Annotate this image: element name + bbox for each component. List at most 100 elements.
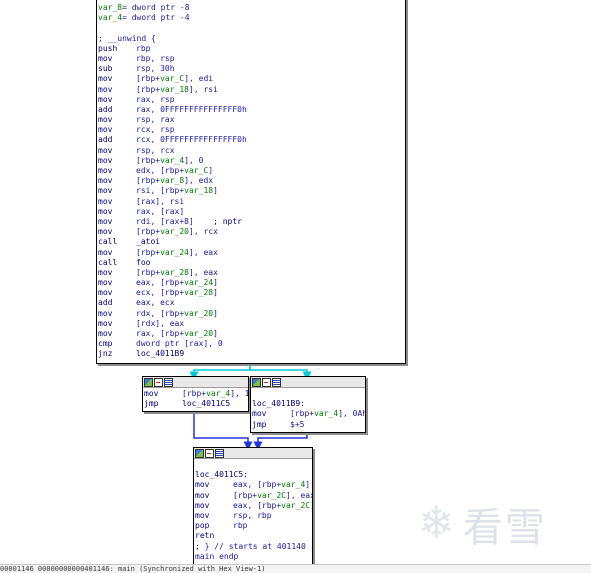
branch-block-left[interactable]: mov [rbp+var_4], 1 jmp loc_4011C5 — [142, 376, 249, 412]
asm-line[interactable]: mov ecx, [rbp+var_28] — [98, 288, 404, 298]
color-icon[interactable] — [252, 377, 261, 387]
asm-line[interactable]: var_8= dword ptr -8 — [98, 3, 404, 13]
mnemonic: call — [98, 237, 118, 247]
exit-block[interactable]: loc_4011C5: mov eax, [rbp+var_4] mov [rbp+va… — [193, 447, 313, 565]
asm-line[interactable]: ; __unwind { — [98, 34, 404, 44]
asm-line[interactable]: cmp dword ptr [rax], 0 — [98, 339, 404, 349]
asm-line[interactable]: add rcx, 0FFFFFFFFFFFFFFF0h — [98, 135, 404, 145]
graph-icon[interactable] — [154, 377, 163, 387]
asm-line[interactable]: mov rdi, [rax+8] ; nptr — [98, 217, 404, 227]
asm-line[interactable]: mov [rbp+var_18], rsi — [98, 85, 404, 95]
asm-line[interactable]: mov rax, [rax] — [98, 207, 404, 217]
operands: [rax], rsi — [136, 196, 185, 206]
mnemonic: mov — [98, 74, 113, 84]
operands: rsp, rax — [136, 115, 175, 125]
mnemonic: mov — [98, 216, 113, 226]
operands: [rbp+var_24], eax — [136, 247, 218, 257]
asm-line[interactable]: mov eax, [rbp+var_24] — [98, 278, 404, 288]
graph-icon[interactable] — [205, 448, 214, 458]
mnemonic: mov — [98, 196, 113, 206]
asm-line[interactable]: mov [rbp+var_24], eax — [98, 248, 404, 258]
asm-line[interactable]: ; } // starts at 401140 — [195, 542, 311, 552]
left-block-listing: mov [rbp+var_4], 1 jmp loc_4011C5 — [143, 388, 248, 409]
asm-line[interactable] — [98, 23, 404, 33]
asm-line[interactable]: mov [rbp+var_4], 0Ah — [252, 409, 366, 419]
list-icon[interactable] — [215, 448, 224, 458]
asm-line[interactable]: mov [rbp+var_4], 1 — [144, 389, 248, 399]
mnemonic: retn — [195, 531, 215, 541]
mnemonic: mov — [98, 125, 113, 135]
asm-line[interactable]: sub rsp, 30h — [98, 64, 404, 74]
asm-line[interactable] — [195, 460, 311, 470]
asm-line[interactable]: mov [rbp+var_C], edi — [98, 74, 404, 84]
list-icon[interactable] — [272, 377, 281, 387]
asm-line[interactable]: mov [rdx], eax — [98, 319, 404, 329]
asm-line[interactable]: mov rbp, rsp — [98, 54, 404, 64]
mnemonic: mov — [98, 155, 113, 165]
asm-line[interactable]: pop rbp — [195, 521, 311, 531]
asm-line[interactable]: jnz loc_4011B9 — [98, 349, 404, 359]
asm-line[interactable]: loc_4011C5: — [195, 470, 311, 480]
asm-line[interactable]: jmp $+5 — [252, 420, 364, 430]
operands: rcx, 0FFFFFFFFFFFFFFF0h — [136, 135, 247, 145]
asm-line[interactable]: retn — [195, 531, 311, 541]
operands: rcx, rsp — [136, 125, 175, 135]
mnemonic: mov — [98, 84, 113, 94]
mnemonic: mov — [195, 490, 210, 500]
asm-line[interactable]: main endp — [195, 552, 311, 562]
asm-line[interactable]: add rax, 0FFFFFFFFFFFFFFF0h — [98, 105, 404, 115]
asm-line[interactable]: jmp loc_4011C5 — [144, 399, 247, 409]
operands: rbp — [136, 43, 151, 53]
listing-text: loc_4011B9: — [252, 399, 305, 409]
right-block-listing: loc_4011B9: mov [rbp+var_4], 0Ah jmp $+5 — [251, 388, 365, 430]
block-header — [143, 377, 248, 388]
operands: [rbp+var_4], 0Ah — [290, 409, 366, 419]
asm-line[interactable]: mov [rbp+var_28], eax — [98, 268, 404, 278]
asm-line[interactable]: mov eax, [rbp+var_4] — [195, 480, 311, 490]
color-icon[interactable] — [195, 448, 204, 458]
operands: $+5 — [290, 419, 305, 429]
asm-line[interactable]: mov eax, [rbp+var_2C] — [195, 501, 312, 511]
asm-line[interactable]: mov rax, rsp — [98, 95, 404, 105]
graph-icon[interactable] — [262, 377, 271, 387]
asm-line[interactable]: mov rdx, [rbp+var_20] — [98, 309, 404, 319]
asm-line[interactable]: add eax, ecx — [98, 298, 404, 308]
mnemonic: mov — [98, 206, 113, 216]
asm-line[interactable]: mov [rbp+var_4], 0 — [98, 156, 404, 166]
asm-line[interactable]: mov [rbp+var_20], rcx — [98, 227, 404, 237]
asm-line[interactable]: mov [rbp+var_8], edx — [98, 176, 404, 186]
asm-line[interactable]: var_4= dword ptr -4 — [98, 13, 404, 23]
mnemonic: mov — [98, 308, 113, 318]
list-icon[interactable] — [164, 377, 173, 387]
main-block-listing: var_8= dword ptr -8 var_4= dword ptr -4 ; … — [97, 0, 405, 360]
mnemonic: mov — [98, 288, 113, 298]
asm-line[interactable]: mov rax, [rbp+var_20] — [98, 329, 404, 339]
main-code-block[interactable]: var_8= dword ptr -8 var_4= dword ptr -4 ; … — [96, 0, 406, 364]
asm-line[interactable]: mov [rbp+var_2C], eax — [195, 490, 312, 501]
mnemonic: mov — [98, 53, 113, 63]
operands: eax, [rbp+var_24] — [136, 278, 218, 288]
operands: [rbp+var_C], edi — [136, 74, 214, 84]
asm-line[interactable]: loc_4011B9: — [252, 399, 364, 409]
mnemonic: sub — [98, 64, 113, 74]
color-icon[interactable] — [144, 377, 153, 387]
asm-line[interactable]: mov rsp, rax — [98, 115, 404, 125]
asm-line[interactable]: mov rsp, rbp — [195, 511, 311, 521]
operands: rax, 0FFFFFFFFFFFFFFF0h — [136, 104, 247, 114]
asm-line[interactable]: call _atoi — [98, 237, 404, 247]
mnemonic: mov — [195, 480, 210, 490]
asm-line[interactable] — [252, 389, 364, 399]
asm-line[interactable]: mov rcx, rsp — [98, 125, 404, 135]
mnemonic: add — [98, 135, 113, 145]
asm-line[interactable]: mov rsi, [rbp+var_18] — [98, 186, 404, 196]
operands: [rbp+var_18], rsi — [136, 84, 218, 94]
asm-line[interactable]: mov [rax], rsi — [98, 197, 404, 207]
asm-line[interactable]: call foo — [98, 258, 404, 268]
asm-line[interactable]: mov edx, [rbp+var_C] — [98, 166, 404, 176]
exit-block-listing: loc_4011C5: mov eax, [rbp+var_4] mov [rbp+va… — [194, 459, 312, 562]
mnemonic: mov — [144, 389, 159, 398]
mnemonic: mov — [98, 329, 113, 338]
branch-block-right[interactable]: loc_4011B9: mov [rbp+var_4], 0Ah jmp $+5 — [250, 376, 366, 433]
asm-line[interactable]: push rbp — [98, 44, 404, 54]
asm-line[interactable]: mov rsp, rcx — [98, 146, 404, 156]
